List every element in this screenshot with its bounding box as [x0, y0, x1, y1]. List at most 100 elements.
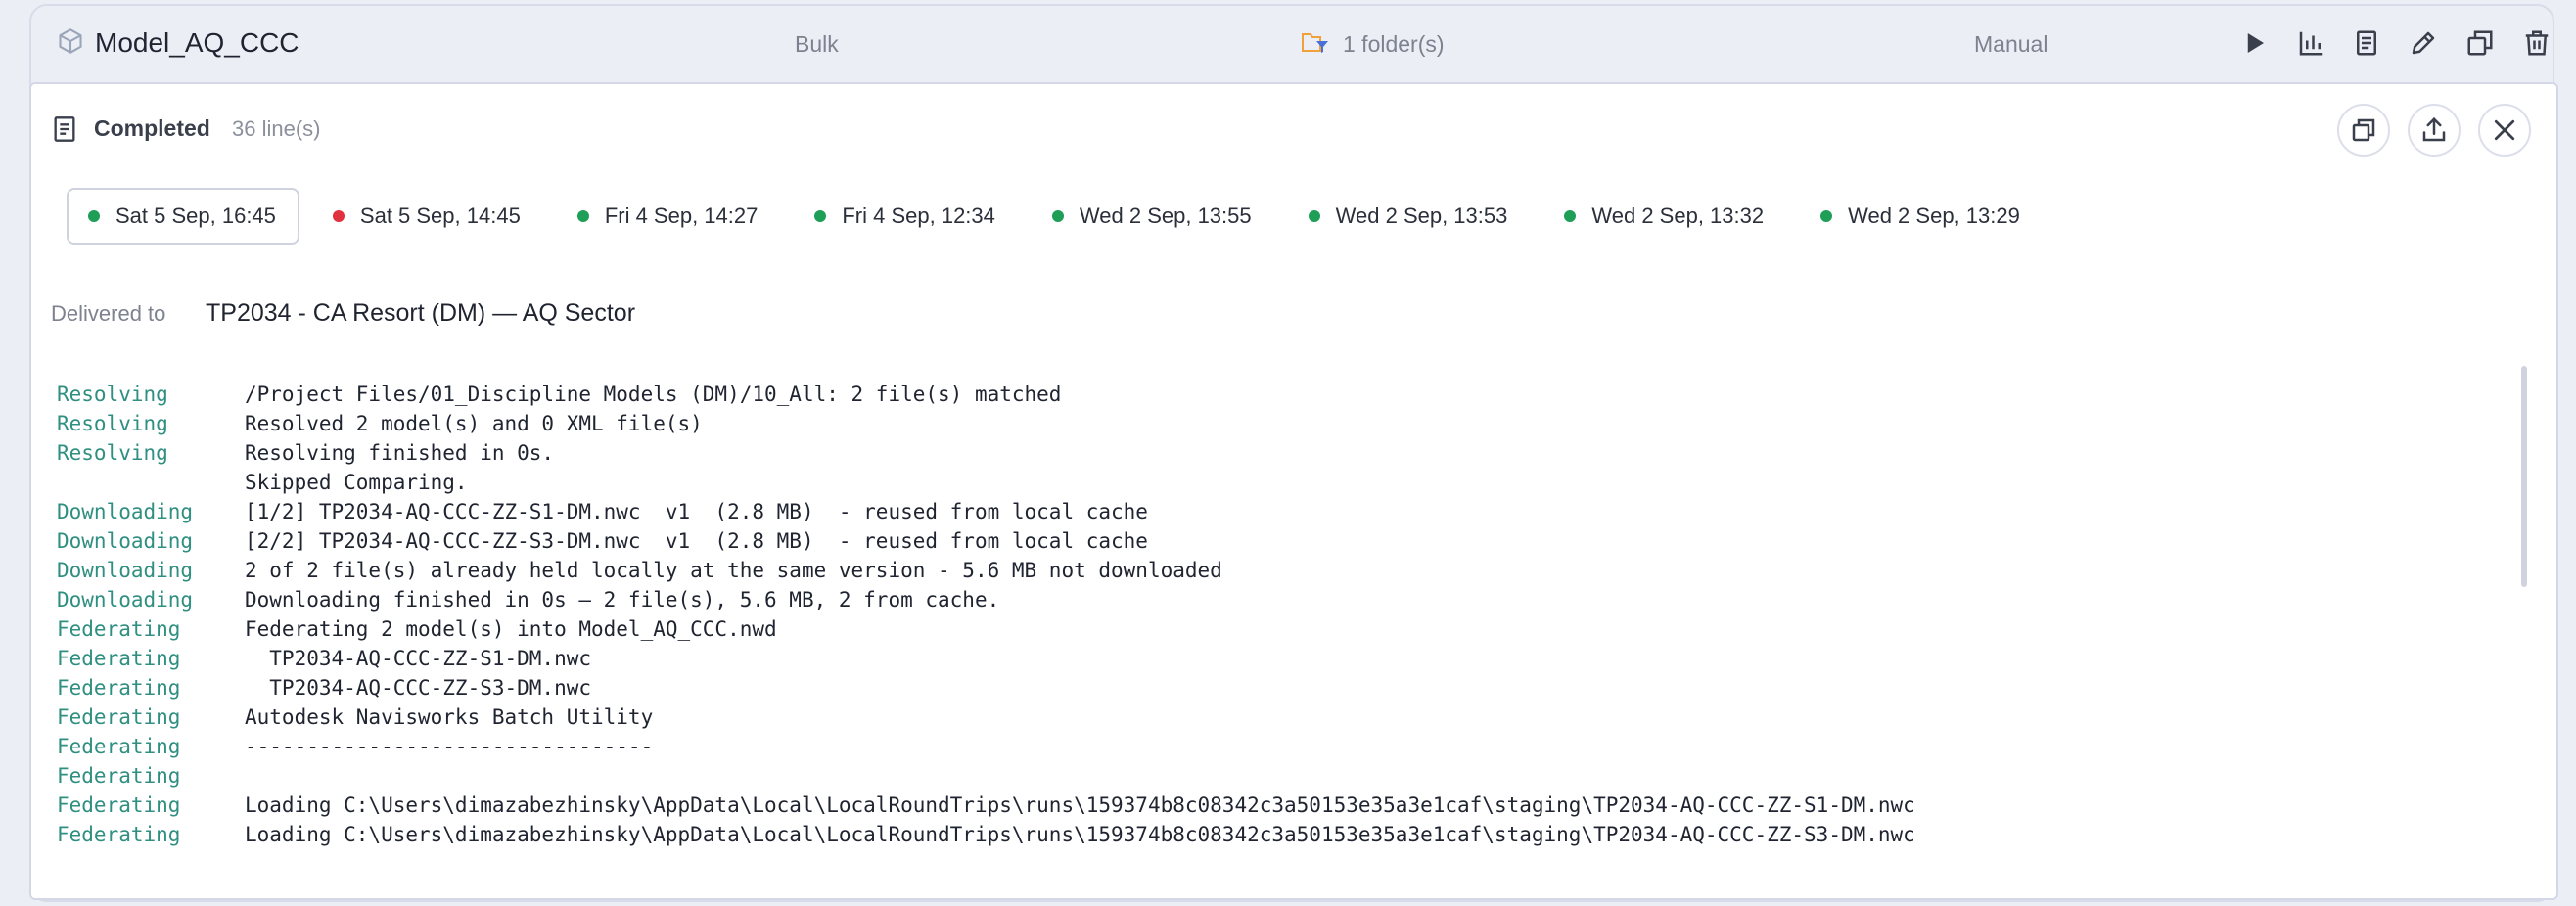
run-tab[interactable]: Sat 5 Sep, 16:45 [67, 188, 299, 245]
log-message: Loading C:\Users\dimazabezhinsky\AppData… [245, 823, 1915, 846]
run-tab-label: Wed 2 Sep, 13:32 [1591, 204, 1765, 228]
log-message: --------------------------------- [245, 735, 654, 758]
run-tab-label: Wed 2 Sep, 13:29 [1848, 204, 2020, 228]
log-line: Federating ------------------------------… [57, 732, 2504, 761]
trigger-mode: Manual [1974, 31, 2048, 57]
scrollbar-thumb[interactable] [2521, 366, 2527, 587]
report-icon [2357, 30, 2376, 56]
model-name: Model_AQ_CCC [95, 27, 299, 58]
log-line: Downloading [2/2] TP2034-AQ-CCC-ZZ-S3-DM.… [57, 526, 2504, 556]
line-count: 36 line(s) [232, 116, 321, 141]
trash-icon [2525, 30, 2549, 56]
log-message: TP2034-AQ-CCC-ZZ-S1-DM.nwc [245, 647, 592, 670]
run-tab[interactable]: Wed 2 Sep, 13:53 [1287, 188, 1532, 245]
log-line: Skipped Comparing. [57, 468, 2504, 497]
duplicate-button[interactable] [2462, 25, 2498, 61]
duplicate-icon [2467, 30, 2493, 56]
log-line: Federating Loading C:\Users\dimazabezhins… [57, 820, 2504, 849]
close-icon [2494, 119, 2515, 141]
log-line: Federating Loading C:\Users\dimazabezhins… [57, 791, 2504, 820]
edit-icon [2412, 31, 2435, 55]
log-output: Resolving/Project Files/01_Discipline Mo… [57, 380, 2504, 888]
log-stage: Federating [57, 793, 181, 817]
log-line: Downloading [1/2] TP2034-AQ-CCC-ZZ-S1-DM.… [57, 497, 2504, 526]
run-tab-label: Sat 5 Sep, 14:45 [359, 204, 521, 228]
log-stage: Federating [57, 735, 181, 758]
log-line: Resolving Resolved 2 model(s) and 0 XML f… [57, 409, 2504, 438]
delivery-target: TP2034 - CA Resort (DM) — AQ Sector [206, 299, 636, 327]
log-message: Loading C:\Users\dimazabezhinsky\AppData… [245, 793, 1915, 817]
log-scrollbar[interactable] [2519, 366, 2529, 865]
run-tab[interactable]: Fri 4 Sep, 12:34 [793, 188, 1019, 245]
log-message: 2 of 2 file(s) already held locally at t… [245, 559, 1222, 582]
chart-icon [2299, 31, 2323, 56]
log-line: Resolving Resolving finished in 0s. [57, 438, 2504, 468]
delete-button[interactable] [2519, 25, 2554, 61]
status-dot [1051, 210, 1064, 222]
run-tab-label: Wed 2 Sep, 13:53 [1335, 204, 1508, 228]
play-icon [2247, 33, 2264, 53]
status-dot [88, 210, 100, 222]
log-message: Federating 2 model(s) into Model_AQ_CCC.… [245, 617, 777, 641]
log-button[interactable] [2349, 25, 2384, 61]
close-panel-button[interactable] [2478, 104, 2531, 157]
log-line: Federating TP2034-AQ-CCC-ZZ-S3-DM.nwc [57, 673, 2504, 702]
run-tab[interactable]: Fri 4 Sep, 14:27 [556, 188, 782, 245]
job-card: Model_AQ_CCC Bulk 1 folder(s) Manual Com… [29, 4, 2558, 902]
log-line: Federating Federating 2 model(s) into Mod… [57, 614, 2504, 644]
export-log-button[interactable] [2408, 104, 2461, 157]
run-tab[interactable]: Wed 2 Sep, 13:32 [1542, 188, 1787, 245]
job-header: Model_AQ_CCC Bulk 1 folder(s) Manual [31, 6, 2553, 82]
run-tab[interactable]: Wed 2 Sep, 13:55 [1031, 188, 1275, 245]
run-log-panel: Completed 36 line(s) Sat 5 Sep, 16:45 Sat… [29, 82, 2558, 900]
cube-icon [59, 28, 82, 54]
log-stage [57, 468, 245, 497]
log-line: Downloading 2 of 2 file(s) already held l… [57, 556, 2504, 585]
copy-log-button[interactable] [2337, 104, 2390, 157]
upload-icon [2422, 116, 2446, 142]
log-message: Skipped Comparing. [245, 471, 468, 494]
status-dot [1820, 210, 1833, 222]
copy-icon [2352, 118, 2375, 142]
delivered-to-label: Delivered to [51, 301, 166, 326]
run-tab-label: Sat 5 Sep, 16:45 [115, 204, 276, 228]
log-stage: Federating [57, 647, 181, 670]
status-dot [814, 210, 827, 222]
log-stage: Federating [57, 764, 181, 788]
log-stage: Downloading [57, 559, 194, 582]
run-tab-label: Fri 4 Sep, 14:27 [604, 204, 759, 228]
log-stage: Federating [57, 705, 181, 729]
log-message: /Project Files/01_Discipline Models (DM)… [245, 383, 1062, 406]
log-stage: Downloading [57, 529, 194, 553]
run-tab[interactable]: Wed 2 Sep, 13:29 [1799, 188, 2044, 245]
status-dot [332, 210, 345, 222]
log-message: Resolving finished in 0s. [245, 441, 555, 465]
folder-count: 1 folder(s) [1343, 31, 1445, 57]
log-stage: Resolving [57, 412, 168, 435]
log-message: [1/2] TP2034-AQ-CCC-ZZ-S1-DM.nwc v1 (2.8… [245, 500, 1148, 523]
log-line: Resolving/Project Files/01_Discipline Mo… [57, 380, 2504, 409]
log-line: Downloading Downloading finished in 0s — … [57, 585, 2504, 614]
edit-button[interactable] [2406, 25, 2441, 61]
log-message: TP2034-AQ-CCC-ZZ-S3-DM.nwc [245, 676, 592, 700]
log-stage: Resolving [57, 383, 168, 406]
job-mode: Bulk [795, 31, 839, 57]
status-dot [576, 210, 589, 222]
run-tab-label: Fri 4 Sep, 12:34 [842, 204, 995, 228]
run-button[interactable] [2236, 25, 2272, 61]
log-stage: Resolving [57, 441, 168, 465]
log-message: Downloading finished in 0s — 2 file(s), … [245, 588, 1000, 612]
log-line: Federating Autodesk Navisworks Batch Util… [57, 702, 2504, 732]
run-tab[interactable]: Sat 5 Sep, 14:45 [311, 188, 544, 245]
log-stage: Downloading [57, 588, 194, 612]
run-tab-label: Wed 2 Sep, 13:55 [1079, 204, 1252, 228]
log-message: [2/2] TP2034-AQ-CCC-ZZ-S3-DM.nwc v1 (2.8… [245, 529, 1148, 553]
log-stage: Downloading [57, 500, 194, 523]
status-dot [1564, 210, 1577, 222]
log-message: Resolved 2 model(s) and 0 XML file(s) [245, 412, 703, 435]
log-stage: Federating [57, 676, 181, 700]
run-history: Sat 5 Sep, 16:45 Sat 5 Sep, 14:45 Fri 4 Se… [67, 188, 2055, 245]
status-dot [1308, 210, 1320, 222]
run-status: Completed [94, 115, 210, 141]
statistics-button[interactable] [2293, 25, 2328, 61]
